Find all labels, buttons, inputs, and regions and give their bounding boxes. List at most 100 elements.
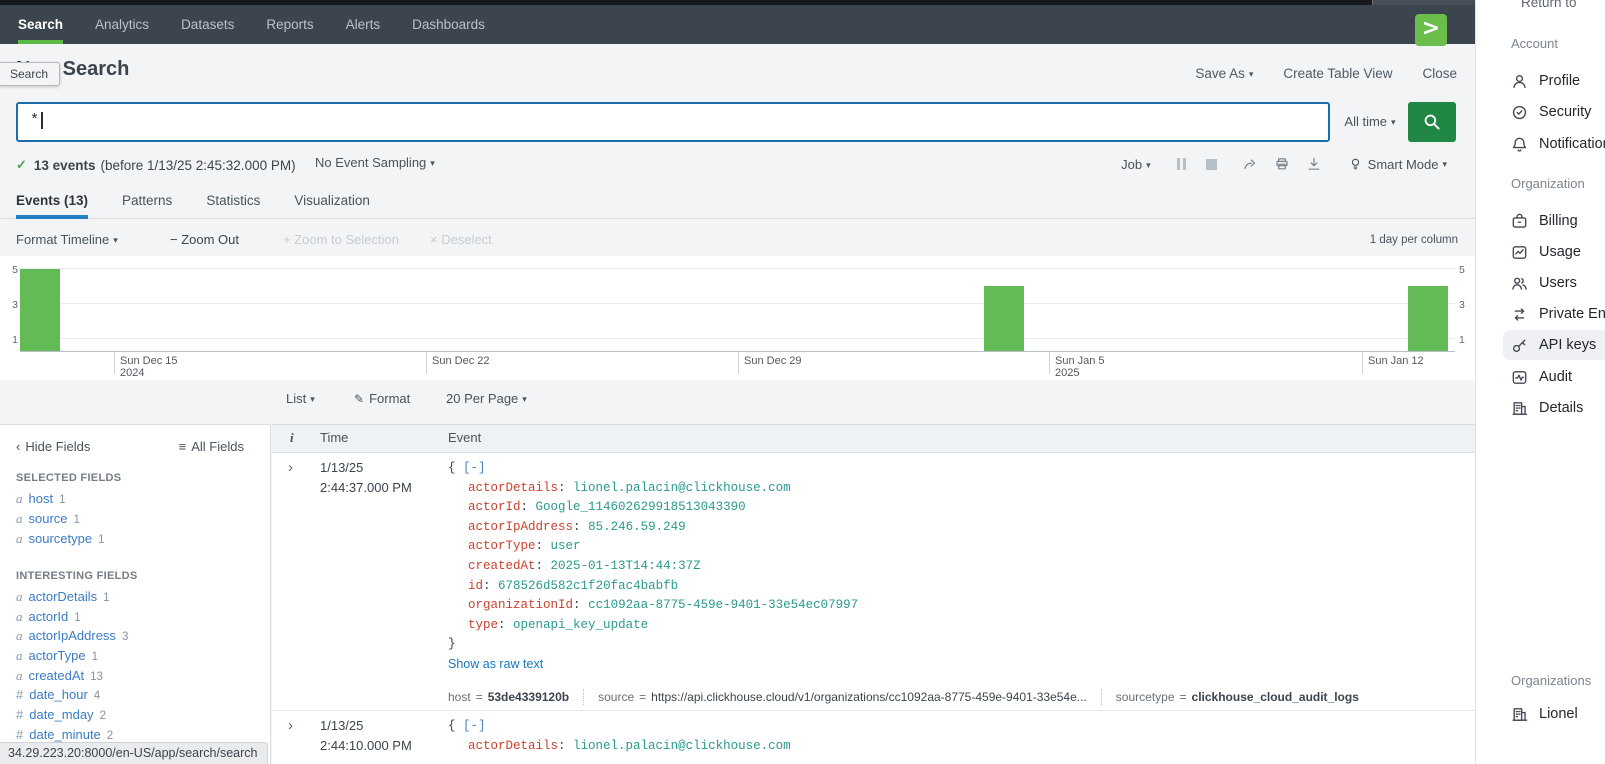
menu-item-details[interactable]: Details (1503, 393, 1605, 423)
menu-item-organization-lionel[interactable]: Lionel (1503, 699, 1605, 729)
time-range-picker[interactable]: All time▾ (1334, 102, 1406, 142)
field-link[interactable]: actorIpAddress (29, 628, 116, 643)
menu-item-notifications[interactable]: Notifications (1503, 129, 1605, 159)
deselect-button[interactable]: × Deselect (430, 232, 492, 247)
tab-visualization[interactable]: Visualization (294, 186, 370, 218)
gridline (20, 303, 1455, 304)
json-value[interactable]: lionel.palacin@clickhouse.com (573, 481, 791, 495)
json-collapse-toggle[interactable]: [-] (463, 461, 486, 475)
field-link[interactable]: date_minute (29, 727, 101, 742)
menu-item-api-keys[interactable]: API keys (1503, 330, 1605, 360)
search-submit-button[interactable] (1408, 102, 1456, 142)
chevron-down-icon: ▾ (310, 394, 315, 404)
close-button[interactable]: Close (1422, 66, 1457, 81)
field-link[interactable]: date_hour (29, 687, 88, 702)
event-json: { [-] actorDetails: lionel.palacin@click… (448, 717, 1463, 756)
tab-patterns[interactable]: Patterns (122, 186, 172, 218)
chevron-down-icon: ▾ (430, 158, 435, 168)
menu-item-billing[interactable]: Billing (1503, 206, 1605, 236)
json-value[interactable]: 85.246.59.249 (588, 520, 686, 534)
nav-item-datasets[interactable]: Datasets (181, 5, 234, 44)
return-to-link[interactable]: Return to (1521, 0, 1577, 10)
shield-check-icon (1511, 104, 1528, 121)
field-link[interactable]: actorDetails (29, 589, 98, 604)
organization-section-title: Organization (1511, 176, 1585, 191)
create-table-view-button[interactable]: Create Table View (1283, 66, 1392, 81)
account-section-title: Account (1511, 36, 1558, 51)
menu-item-users[interactable]: Users (1503, 268, 1605, 298)
nav-item-search[interactable]: Search (18, 5, 63, 44)
list-view-dropdown[interactable]: List▾ (286, 391, 315, 406)
field-link[interactable]: source (29, 511, 68, 526)
all-fields-button[interactable]: ≡All Fields (179, 439, 244, 454)
field-actorIpAddress: aactorIpAddress3 (16, 628, 128, 646)
timeline-bar[interactable] (1408, 286, 1448, 351)
field-link[interactable]: actorId (29, 609, 69, 624)
json-key[interactable]: type (468, 618, 498, 632)
field-link[interactable]: actorType (29, 648, 86, 663)
field-createdAt: acreatedAt13 (16, 668, 103, 686)
timeline-bar[interactable] (20, 269, 60, 352)
nav-item-analytics[interactable]: Analytics (95, 5, 149, 44)
json-key[interactable]: actorDetails (468, 739, 558, 753)
meta-value-host[interactable]: 53de4339120b (488, 690, 569, 704)
json-key[interactable]: id (468, 579, 483, 593)
json-collapse-toggle[interactable]: [-] (463, 719, 486, 733)
tab-events[interactable]: Events (13) (16, 186, 88, 218)
event-column-header: Event (448, 430, 481, 445)
export-icon[interactable] (1307, 157, 1321, 171)
json-value[interactable]: user (551, 539, 581, 553)
field-link[interactable]: date_mday (29, 707, 93, 722)
json-value[interactable]: cc1092aa-8775-459e-9401-33e54ec07997 (588, 598, 858, 612)
menu-item-security[interactable]: Security (1503, 97, 1605, 127)
field-link[interactable]: sourcetype (29, 531, 93, 546)
print-icon[interactable] (1275, 157, 1289, 171)
menu-item-profile[interactable]: Profile (1503, 66, 1605, 96)
format-timeline-dropdown[interactable]: Format Timeline▾ (16, 232, 118, 247)
show-raw-text-link[interactable]: Show as raw text (448, 655, 543, 675)
chevron-down-icon: ▾ (1146, 160, 1151, 170)
search-mode-dropdown[interactable]: Smart Mode▾ (1349, 157, 1447, 172)
json-value[interactable]: openapi_key_update (513, 618, 648, 632)
nav-item-reports[interactable]: Reports (266, 5, 313, 44)
json-value[interactable]: lionel.palacin@clickhouse.com (573, 739, 791, 753)
expand-event-icon[interactable]: › (288, 459, 293, 476)
json-value[interactable]: Google_114602629918513043390 (536, 500, 746, 514)
meta-value-source[interactable]: https://api.clickhouse.cloud/v1/organiza… (651, 690, 1087, 704)
search-input[interactable]: * (16, 102, 1330, 142)
y-axis-tick-label: 3 (4, 299, 18, 311)
expand-event-icon[interactable]: › (288, 717, 293, 734)
meta-value-sourcetype[interactable]: clickhouse_cloud_audit_logs (1192, 690, 1359, 704)
json-value[interactable]: 678526d582c1f20fac4babfb (498, 579, 678, 593)
save-as-button[interactable]: Save As▾ (1195, 66, 1253, 81)
json-key[interactable]: actorIpAddress (468, 520, 573, 534)
json-key[interactable]: actorType (468, 539, 536, 553)
splunk-logo-icon[interactable]: > (1415, 14, 1447, 46)
json-key[interactable]: actorDetails (468, 481, 558, 495)
share-icon[interactable] (1243, 157, 1257, 171)
timeline-bar[interactable] (984, 286, 1024, 351)
usage-chart-icon (1511, 244, 1528, 261)
zoom-to-selection-button[interactable]: + Zoom to Selection (283, 232, 399, 247)
json-key[interactable]: createdAt (468, 559, 536, 573)
json-key[interactable]: actorId (468, 500, 521, 514)
json-value[interactable]: 2025-01-13T14:44:37Z (551, 559, 701, 573)
field-link[interactable]: host (29, 491, 54, 506)
nav-item-dashboards[interactable]: Dashboards (412, 5, 485, 44)
menu-item-private-endpoints[interactable]: Private Endpoints (1503, 299, 1605, 329)
format-results-button[interactable]: ✎Format (354, 391, 410, 406)
y-axis-tick-label: 3 (1459, 299, 1473, 311)
menu-item-audit[interactable]: Audit (1503, 362, 1605, 392)
field-link[interactable]: createdAt (29, 668, 85, 683)
zoom-out-button[interactable]: − Zoom Out (170, 232, 239, 247)
stop-button[interactable] (1206, 159, 1217, 170)
nav-item-alerts[interactable]: Alerts (346, 5, 381, 44)
event-sampling-dropdown[interactable]: No Event Sampling▾ (315, 155, 435, 170)
json-key[interactable]: organizationId (468, 598, 573, 612)
menu-item-usage[interactable]: Usage (1503, 237, 1605, 267)
job-menu[interactable]: Job▾ (1121, 157, 1151, 172)
pause-button[interactable] (1177, 158, 1186, 170)
hide-fields-button[interactable]: ‹Hide Fields (16, 439, 90, 454)
tab-statistics[interactable]: Statistics (206, 186, 260, 218)
per-page-dropdown[interactable]: 20 Per Page▾ (446, 391, 527, 406)
